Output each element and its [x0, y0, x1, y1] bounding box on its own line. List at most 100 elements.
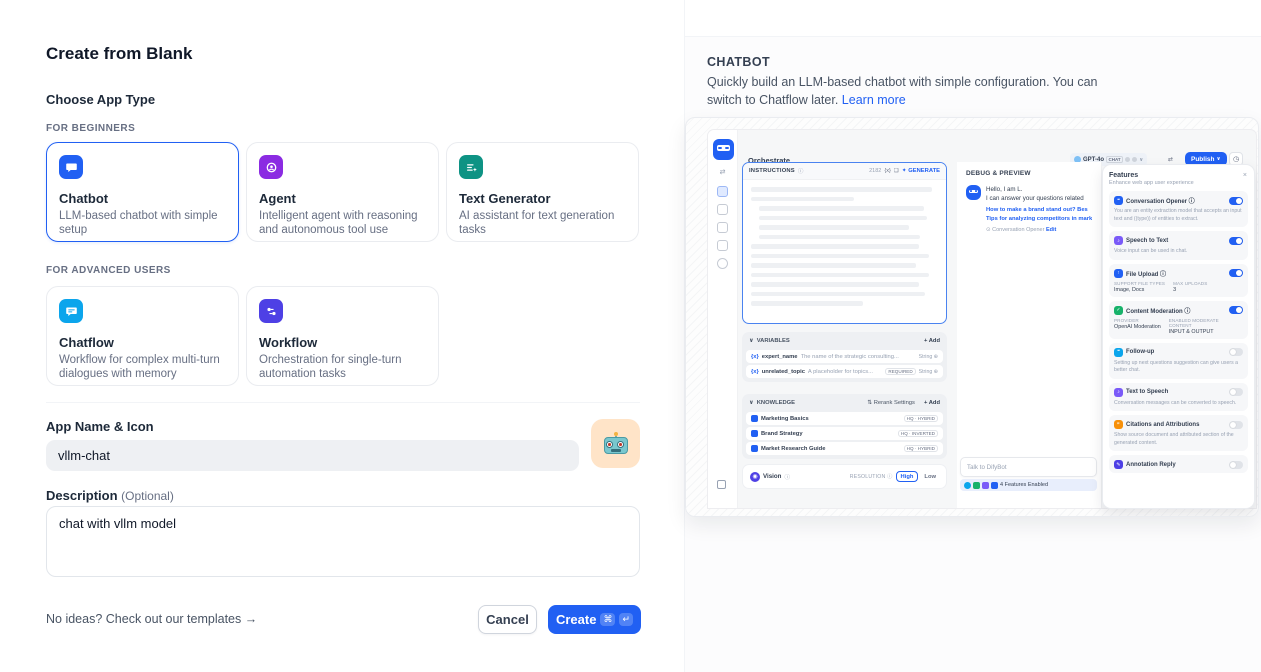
publish-label: Publish: [1191, 156, 1214, 163]
arrow-right-icon: →: [245, 612, 258, 626]
knowledge-header: ∨ KNOWLEDGE ⇅ Rerank Settings + Add: [746, 398, 943, 410]
mini-nav-logs-icon: [717, 222, 728, 233]
variable-row: {x} unrelated_topic A placeholder for to…: [746, 365, 943, 378]
feature-title: Follow-up: [1126, 349, 1154, 355]
resolution-high-option: High: [896, 471, 919, 482]
bot-avatar: [966, 185, 981, 200]
cancel-button[interactable]: Cancel: [478, 605, 537, 634]
knowledge-name: Market Research Guide: [761, 446, 901, 452]
resolution-label: RESOLUTION ⓘ: [850, 473, 893, 480]
info-icon: ⓘ: [784, 473, 790, 481]
close-icon: ×: [1243, 172, 1247, 179]
feature-card: ✓ Content Moderation ⓘ PROVIDER OpenAI M…: [1109, 301, 1248, 339]
app-name-input[interactable]: [46, 440, 579, 471]
create-app-panel: Create from Blank Choose App Type FOR BE…: [0, 0, 684, 672]
advanced-group-label: FOR ADVANCED USERS: [46, 265, 171, 276]
variable-name: expert_name: [762, 354, 798, 360]
app-type-card-agent[interactable]: Agent Intelligent agent with reasoning a…: [246, 142, 439, 242]
required-badge: REQUIRED: [885, 368, 915, 375]
app-icon-picker[interactable]: [591, 419, 640, 468]
feature-meta: PROVIDER OpenAI Moderation ENABLED MODER…: [1114, 318, 1243, 335]
templates-link[interactable]: No ideas? Check out our templates →: [46, 612, 257, 626]
mini-debug-column: DEBUG & PREVIEW Hello, I am L. I can ans…: [957, 162, 1102, 508]
feature-card: ♪ Text to Speech Conversation messages c…: [1109, 383, 1248, 412]
mini-chat-input: Talk to DifyBot: [960, 457, 1097, 477]
model-icon-1: [1125, 157, 1130, 162]
meta-key: SUPPORT FILE TYPES: [1114, 281, 1165, 286]
description-label: Description (Optional): [46, 488, 174, 503]
add-knowledge-button: + Add: [924, 400, 940, 406]
feature-title: Citations and Attributions: [1126, 422, 1199, 428]
knowledge-row: Market Research Guide HQ · HYBRID: [746, 442, 943, 455]
resolution-low-option: Low: [921, 472, 939, 481]
opener-mini-icon: [964, 482, 971, 489]
features-list: ❝ Conversation Opener ⓘ You are an entit…: [1109, 191, 1248, 473]
meta-value: OpenAI Moderation: [1114, 324, 1161, 330]
meta-value: INPUT & OUTPUT: [1169, 329, 1243, 335]
detail-heading: CHATBOT: [707, 55, 770, 69]
chatbot-icon: [59, 155, 83, 179]
moderation-mini-icon: [973, 482, 980, 489]
knowledge-name: Brand Strategy: [761, 431, 895, 437]
feature-desc: Conversation messages can be converted t…: [1114, 400, 1243, 408]
app-type-card-chatflow[interactable]: Chatflow Workflow for complex multi-turn…: [46, 286, 239, 386]
variable-row: {x} expert_name The name of the strategi…: [746, 350, 943, 363]
card-desc: Workflow for complex multi-turn dialogue…: [59, 353, 226, 381]
card-title: Text Generator: [459, 191, 626, 206]
feature-title: Speech to Text: [1126, 238, 1168, 244]
mini-instructions-panel: INSTRUCTIONS ⓘ 2182 {x} ❏ ✦ GENERATE: [742, 162, 947, 324]
feature-title: File Upload ⓘ: [1126, 269, 1166, 278]
bot-message: Hello, I am L. I can answer your questio…: [957, 183, 1101, 235]
mini-vision-row: ◉ Vision ⓘ RESOLUTION ⓘ High Low: [742, 464, 947, 489]
meta-key: ENABLED MODERATE CONTENT: [1169, 318, 1243, 328]
greeting-line: I can answer your questions related: [986, 194, 1092, 203]
mini-variables-block: ∨ VARIABLES + Add {x} expert_name The na…: [742, 332, 947, 382]
variables-title: VARIABLES: [757, 338, 790, 344]
chevron-down-icon: ∨: [749, 338, 754, 344]
copy-icon: ❏: [894, 168, 899, 174]
agent-icon: [259, 155, 283, 179]
knowledge-name: Marketing Basics: [761, 416, 901, 422]
mini-knowledge-block: ∨ KNOWLEDGE ⇅ Rerank Settings + Add Mark…: [742, 394, 947, 459]
app-name-label: App Name & Icon: [46, 419, 154, 434]
model-chat-badge: CHAT: [1106, 156, 1123, 163]
knowledge-list: Marketing Basics HQ · HYBRID Brand Strat…: [746, 412, 943, 455]
model-icon-2: [1132, 157, 1137, 162]
chatflow-icon: [59, 299, 83, 323]
meta-key: PROVIDER: [1114, 318, 1161, 323]
choose-app-type-label: Choose App Type: [46, 92, 155, 107]
create-button[interactable]: Create ⌘ ↵: [548, 605, 641, 634]
learn-more-link[interactable]: Learn more: [842, 93, 906, 107]
page-title: Create from Blank: [46, 44, 192, 64]
feature-desc: Voice input can be used in chat.: [1114, 248, 1243, 256]
card-title: Workflow: [259, 335, 426, 350]
edit-link: Edit: [1046, 227, 1056, 233]
mini-nav-preview-icon: [717, 204, 728, 215]
variable-type: String ⊕: [919, 354, 938, 360]
card-desc: Intelligent agent with reasoning and aut…: [259, 209, 426, 237]
opener-label: Conversation Opener: [992, 227, 1044, 233]
knowledge-row: Marketing Basics HQ · HYBRID: [746, 412, 943, 425]
feature-icon: ❞: [1114, 420, 1123, 429]
create-button-label: Create: [556, 612, 596, 627]
variable-icon: {x}: [751, 354, 759, 360]
feature-icon: ❝: [1114, 348, 1123, 357]
app-type-card-workflow[interactable]: Workflow Orchestration for single-turn a…: [246, 286, 439, 386]
app-type-card-chatbot[interactable]: Chatbot LLM-based chatbot with simple se…: [46, 142, 239, 242]
enter-key-icon: ↵: [619, 613, 633, 626]
features-enabled-bar: 4 Features Enabled: [960, 479, 1097, 491]
chevron-down-icon: ∨: [1139, 157, 1143, 163]
robot-emoji-icon: [602, 432, 630, 456]
mini-bottom-icon: [717, 480, 726, 489]
feature-title: Text to Speech: [1126, 389, 1168, 395]
variable-icon: {x}: [751, 369, 759, 375]
feature-card: ↑ File Upload ⓘ SUPPORT FILE TYPES Image…: [1109, 264, 1248, 297]
info-icon: ⓘ: [798, 167, 804, 175]
app-type-card-text-generator[interactable]: Text Generator AI assistant for text gen…: [446, 142, 639, 242]
right-header-strip: [685, 0, 1261, 37]
feature-icon: ✓: [1114, 306, 1123, 315]
meta-key: MAX UPLOADS: [1173, 281, 1207, 286]
knowledge-mode-badge: HQ · HYBRID: [904, 415, 938, 422]
vision-label: Vision: [763, 473, 781, 480]
description-textarea[interactable]: [46, 506, 640, 577]
